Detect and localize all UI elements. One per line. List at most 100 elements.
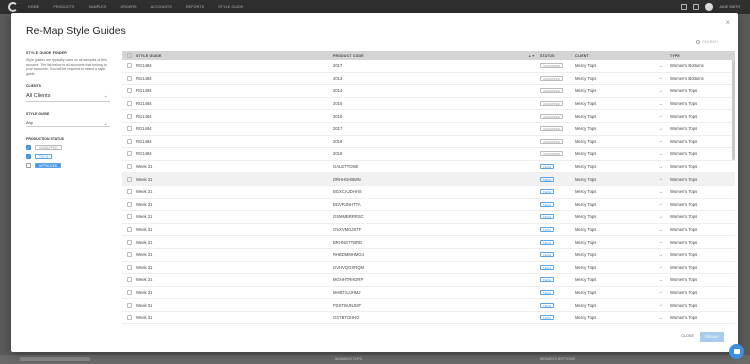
row-checkbox[interactable] <box>126 201 132 207</box>
cell-product-code: MGHHTRHDRP <box>333 277 364 283</box>
table-row[interactable]: Week 31 BRHNGTTBRD TECH Mercy Tops → Women's … <box>122 236 735 249</box>
checkbox[interactable] <box>26 163 31 169</box>
table-row[interactable]: Week 31 BGXCAJDHHS TECH Mercy Tops → Women's … <box>122 186 735 199</box>
table-row[interactable]: RG1484 2016 UNMAPPED Mercy Tops → Women's Top… <box>122 98 735 111</box>
sort-icon[interactable]: ▲▼ <box>528 54 540 58</box>
table-row[interactable]: Week 31 GSMMBRRRSC TECH Mercy Tops → Women's … <box>122 211 735 224</box>
remap-button[interactable]: REMAP <box>700 332 724 342</box>
table-row[interactable]: RG1484 2019 UNMAPPED Mercy Tops → Women's Top… <box>122 136 735 149</box>
row-checkbox[interactable] <box>126 63 132 69</box>
table-row[interactable]: Week 31 MGHHTRHDRP TECH Mercy Tops → Women's … <box>122 274 735 287</box>
table-row[interactable]: RG1484 2018 UNMAPPED Mercy Tops → Women's Top… <box>122 110 735 123</box>
table-row[interactable]: Week 31 BGVRJNHTTA TECH Mercy Tops → Women's … <box>122 199 735 212</box>
nav-item[interactable]: STYLE GUIDE <box>218 5 243 9</box>
status-filter-unmapped[interactable]: ✓ UNMAPPED <box>26 144 110 151</box>
status-badge: TECH <box>540 252 555 258</box>
row-checkbox[interactable] <box>126 113 132 119</box>
row-checkbox[interactable] <box>126 151 132 157</box>
nav-item[interactable]: ORDERS <box>121 5 137 9</box>
cell-type: Women's Tops <box>670 164 698 170</box>
status-badge: TECH <box>540 201 555 207</box>
arrow-right-icon: → <box>658 264 663 271</box>
style-guide-select[interactable]: Any ⌄ <box>26 119 110 128</box>
cell-product-code: GALETTONE <box>333 164 359 170</box>
row-checkbox[interactable] <box>126 252 132 258</box>
nav-item[interactable]: HOME <box>28 5 39 9</box>
cell-product-code: 2014 <box>333 88 343 94</box>
row-checkbox[interactable] <box>126 214 132 220</box>
row-checkbox[interactable] <box>126 239 132 245</box>
nav-item[interactable]: SAMPLES <box>89 5 107 9</box>
chat-launcher-button[interactable] <box>729 344 744 359</box>
row-checkbox[interactable] <box>126 75 132 81</box>
cell-style-guide: RG1484 <box>136 88 152 94</box>
table-row[interactable]: RG1484 2014 UNMAPPED Mercy Tops → Women's Top… <box>122 85 735 98</box>
row-checkbox[interactable] <box>126 126 132 132</box>
row-checkbox[interactable] <box>126 264 132 270</box>
user-name[interactable]: JANE SMITH <box>719 5 740 9</box>
row-checkbox[interactable] <box>126 176 132 182</box>
arrow-right-icon: → <box>658 201 663 208</box>
column-header-product-code[interactable]: PRODUCT CODE <box>333 54 528 58</box>
table-body: RG1484 2017 UNMAPPED Mercy Tops → Women's Bot… <box>122 60 735 325</box>
clients-select[interactable]: All Clients ⌄ <box>26 91 110 103</box>
table-row[interactable]: Week 31 GVHVQGXRQM TECH Mercy Tops → Women's … <box>122 262 735 275</box>
app-logo-icon[interactable] <box>8 2 18 12</box>
row-checkbox[interactable] <box>126 227 132 233</box>
table-row[interactable]: RG1484 2017 UNMAPPED Mercy Tops → Women's Top… <box>122 123 735 136</box>
cell-client: Mercy Tops <box>575 113 597 119</box>
checkbox-checked[interactable]: ✓ <box>26 154 31 160</box>
cell-product-code: RHBDMMHMG4 <box>333 252 364 258</box>
status-filter-approved[interactable]: APPROVED <box>26 162 110 169</box>
cell-client: Mercy Tops <box>575 264 597 270</box>
table-row[interactable]: Week 31 GSTBTGHHG TECH Mercy Tops → Women's T… <box>122 312 735 325</box>
cell-client: Mercy Tops <box>575 138 597 144</box>
row-checkbox[interactable] <box>126 164 132 170</box>
scrollbar[interactable] <box>732 60 735 160</box>
table-row[interactable]: Week 31 GALETTONE TECH Mercy Tops → Women's T… <box>122 161 735 174</box>
row-checkbox[interactable] <box>126 189 132 195</box>
row-checkbox[interactable] <box>126 315 132 321</box>
messages-icon[interactable] <box>681 4 688 10</box>
cell-style-guide: RG1484 <box>136 113 152 119</box>
table-row[interactable]: RG1484 2013 UNMAPPED Mercy Tops → Women's Bot… <box>122 73 735 86</box>
close-icon[interactable]: × <box>725 18 730 27</box>
table-row[interactable]: Week 31 RHBDMMHMG4 TECH Mercy Tops → Women's … <box>122 249 735 262</box>
table-row[interactable]: RG1484 2019 UNMAPPED Mercy Tops → Women's Top… <box>122 148 735 161</box>
cell-type: Women's Tops <box>670 239 698 245</box>
background-label: WOMEN'S TOPS <box>335 357 363 361</box>
status-badge: TECH <box>540 189 555 195</box>
cell-type: Women's Tops <box>670 101 698 107</box>
nav-item[interactable]: ACCOUNTS <box>151 5 172 9</box>
close-button[interactable]: CLOSE <box>681 334 694 338</box>
background-cell <box>20 357 90 361</box>
cell-type: Women's Tops <box>670 277 698 283</box>
row-checkbox[interactable] <box>126 88 132 94</box>
row-checkbox[interactable] <box>126 277 132 283</box>
table-row[interactable]: RG1484 2017 UNMAPPED Mercy Tops → Women's Bot… <box>122 60 735 73</box>
select-all-checkbox[interactable] <box>126 53 132 58</box>
status-filter-tech[interactable]: ✓ TECH <box>26 153 110 160</box>
cart-icon[interactable] <box>693 4 700 10</box>
row-checkbox[interactable] <box>126 101 132 107</box>
cell-client: Mercy Tops <box>575 189 597 195</box>
row-checkbox[interactable] <box>126 302 132 308</box>
cell-client: Mercy Tops <box>575 176 597 182</box>
arrow-right-icon: → <box>658 239 663 246</box>
column-header-style-guide[interactable]: STYLE GUIDE <box>136 54 333 58</box>
search-field[interactable]: SEARCH <box>696 40 718 44</box>
table-row[interactable]: Week 31 DRHHGHBMN TECH Mercy Tops → Women's T… <box>122 173 735 186</box>
row-checkbox[interactable] <box>126 138 132 144</box>
column-header-status[interactable]: STATUS <box>540 54 575 58</box>
checkbox-checked[interactable]: ✓ <box>26 145 31 151</box>
column-header-client[interactable]: CLIENT <box>575 54 658 58</box>
nav-item[interactable]: REPORTS <box>186 5 204 9</box>
nav-item[interactable]: PRODUCTS <box>53 5 74 9</box>
table-row[interactable]: Week 31 FDSTWJNJMT TECH Mercy Tops → Women's … <box>122 299 735 312</box>
row-checkbox[interactable] <box>126 289 132 295</box>
cell-product-code: BGVRJNHTTA <box>333 201 361 207</box>
table-row[interactable]: Week 31 MHBTSJJHMJ TECH Mercy Tops → Women's … <box>122 287 735 300</box>
table-row[interactable]: Week 31 GSXVMGJSTF TECH Mercy Tops → Women's … <box>122 224 735 237</box>
avatar[interactable] <box>705 3 714 11</box>
column-header-type[interactable]: TYPE <box>670 54 735 58</box>
